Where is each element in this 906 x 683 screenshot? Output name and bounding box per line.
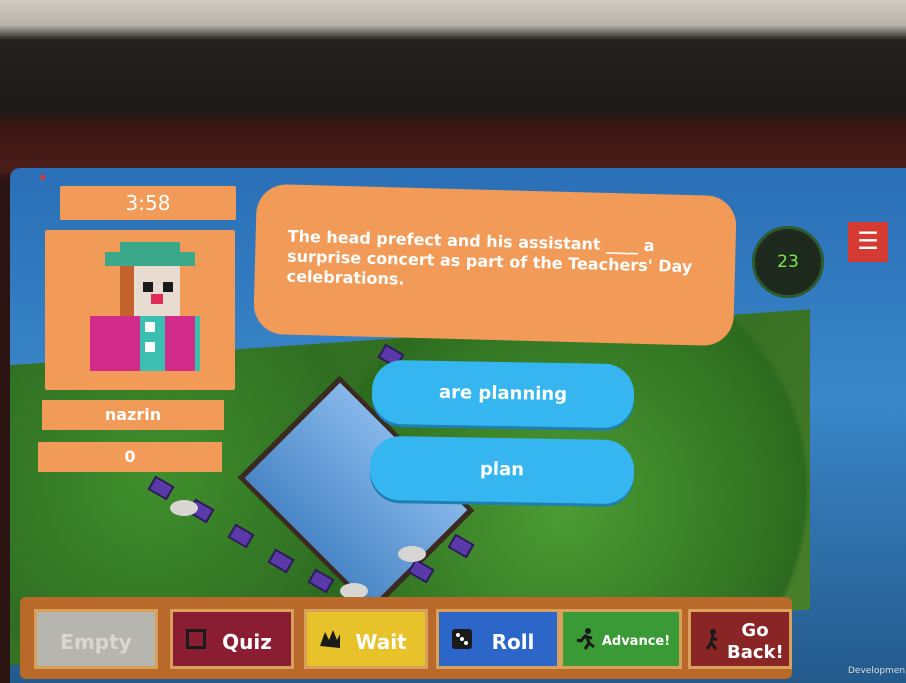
- debug-mark: ■: [40, 174, 46, 181]
- quiz-button[interactable]: Quiz: [170, 609, 294, 669]
- action-toolbar: Empty Quiz Wait Roll Advance! Go Back!: [20, 597, 792, 679]
- tool-label: Wait: [355, 630, 407, 654]
- board-stone: [170, 500, 198, 516]
- menu-button[interactable]: ☰: [848, 222, 888, 262]
- running-man-icon: [576, 628, 595, 650]
- player-name: nazrin: [42, 400, 224, 430]
- go-back-button[interactable]: Go Back!: [688, 609, 792, 669]
- wait-button[interactable]: Wait: [304, 609, 428, 669]
- hand-icon: [320, 630, 340, 648]
- tool-label: Advance!: [601, 634, 671, 649]
- player-score: 0: [38, 442, 222, 472]
- question-text: The head prefect and his assistant ____ …: [286, 226, 693, 289]
- advance-button[interactable]: Advance!: [560, 609, 682, 669]
- answer-button-2[interactable]: plan: [369, 435, 635, 505]
- player-avatar: [45, 230, 235, 390]
- voxel-character-icon: [90, 242, 200, 371]
- tool-label: Go Back!: [727, 620, 784, 663]
- go-back-icon: [705, 629, 718, 650]
- tool-label: Quiz: [222, 630, 272, 654]
- turn-counter: 23: [752, 226, 824, 298]
- development-label: Developmen: [848, 666, 906, 676]
- tool-label: Roll: [491, 630, 535, 654]
- tool-label: Empty: [60, 630, 132, 654]
- dice-icon: [452, 629, 472, 649]
- roll-button[interactable]: Roll: [436, 609, 560, 669]
- hamburger-icon: ☰: [857, 227, 879, 255]
- timer: 3:58: [60, 186, 236, 220]
- board-stone: [398, 546, 426, 562]
- question-card: The head prefect and his assistant ____ …: [253, 183, 737, 347]
- answer-button-1[interactable]: are planning: [371, 359, 635, 429]
- empty-slot-button[interactable]: Empty: [34, 609, 158, 669]
- book-icon: [186, 629, 206, 649]
